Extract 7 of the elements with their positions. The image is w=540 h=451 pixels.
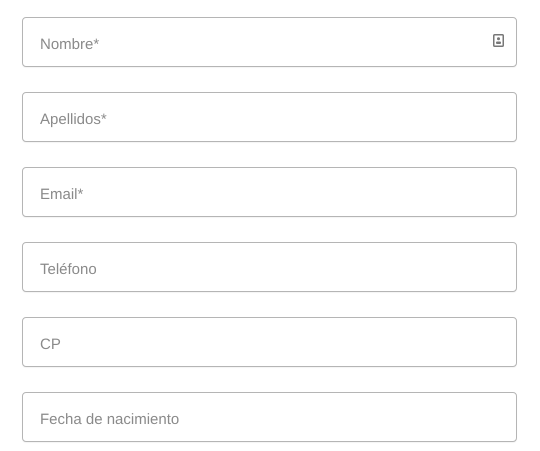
input-field[interactable]: Email* <box>22 167 517 217</box>
input-field[interactable]: Teléfono <box>22 242 517 292</box>
input-field[interactable]: Fecha de nacimiento <box>22 392 517 442</box>
input-field[interactable]: CP <box>22 317 517 367</box>
input-field[interactable]: Apellidos* <box>22 92 517 142</box>
input-field[interactable]: Nombre* <box>22 17 517 67</box>
contact-card-icon[interactable] <box>493 34 504 47</box>
